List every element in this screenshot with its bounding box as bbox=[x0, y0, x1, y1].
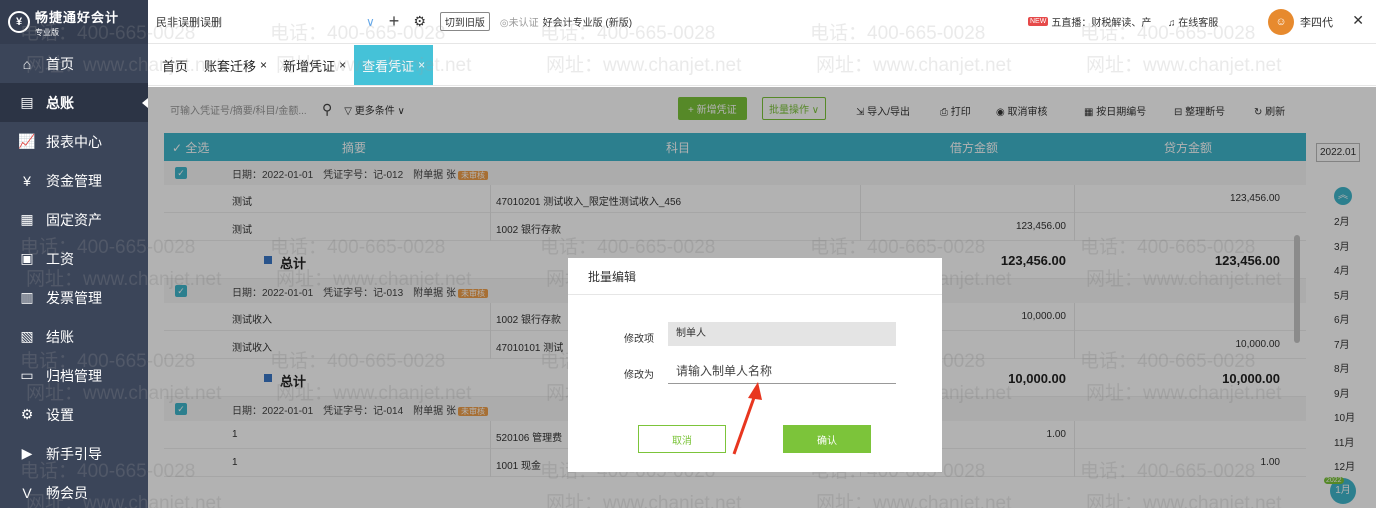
close-books-icon: ▧ bbox=[20, 328, 34, 344]
chevron-down-icon[interactable]: ∨ bbox=[366, 15, 375, 29]
sidebar-item-3[interactable]: ¥ 资金管理 bbox=[0, 161, 148, 200]
archive-icon: ▭ bbox=[20, 367, 34, 383]
sidebar-item-label: 固定资产 bbox=[46, 211, 102, 228]
asset-icon: ▦ bbox=[20, 211, 34, 227]
sidebar-item-7[interactable]: ▧ 结账 bbox=[0, 317, 148, 356]
home-icon: ⌂ bbox=[22, 55, 32, 72]
chart-icon: 📈 bbox=[18, 133, 36, 149]
logo-icon: ¥ bbox=[8, 11, 30, 33]
sidebar-item-0[interactable]: ⌂ 首页 bbox=[0, 44, 148, 83]
to-label: 修改为 bbox=[624, 370, 654, 381]
sidebar-item-label: 归档管理 bbox=[46, 367, 102, 384]
close-icon[interactable]: × bbox=[418, 58, 425, 72]
sidebar-item-4[interactable]: ▦ 固定资产 bbox=[0, 200, 148, 239]
ledger-icon: ▤ bbox=[20, 94, 34, 110]
switch-old-version-button[interactable]: 切到旧版 bbox=[439, 12, 490, 31]
brand-name: 畅捷通好会计 bbox=[35, 9, 120, 25]
tab-label: 查看凭证 bbox=[362, 58, 415, 74]
username[interactable]: 李四代 bbox=[1300, 14, 1333, 30]
money-icon: ¥ bbox=[23, 172, 31, 189]
tab-bar: 首页 账套迁移 × 新增凭证 × 查看凭证 × bbox=[148, 45, 1376, 86]
sidebar-item-label: 畅会员 bbox=[46, 484, 88, 501]
sidebar-item-1[interactable]: ▤ 总账 bbox=[0, 83, 148, 122]
tab-1[interactable]: 账套迁移 × bbox=[196, 45, 275, 85]
sidebar-item-label: 发票管理 bbox=[46, 289, 102, 306]
close-icon[interactable]: × bbox=[339, 58, 346, 72]
dialog-title: 批量编辑 bbox=[588, 270, 637, 284]
tab-label: 首页 bbox=[162, 58, 189, 74]
sidebar-nav: ⌂ 首页 ▤ 总账 📈 报表中心 ¥ 资金管理 ▦ 固定资产 ▣ 工资 ▥ 发票管理 ▧ 结账 ▭ 归档管理 ⚙ 设置… bbox=[0, 44, 148, 508]
sidebar-item-label: 结账 bbox=[46, 328, 74, 345]
tab-2[interactable]: 新增凭证 × bbox=[275, 45, 354, 85]
salary-icon: ▣ bbox=[20, 250, 34, 266]
sidebar-item-8[interactable]: ▭ 归档管理 bbox=[0, 356, 148, 395]
account-selector[interactable]: 民非误删误删 bbox=[156, 14, 366, 30]
sidebar-item-2[interactable]: 📈 报表中心 bbox=[0, 122, 148, 161]
sidebar: ¥ 畅捷通好会计 专业版 ⌂ 首页 ▤ 总账 📈 报表中心 ¥ 资金管理 ▦ 固定资产 ▣ 工资 ▥ 发票… bbox=[0, 0, 148, 508]
tab-label: 新增凭证 bbox=[283, 58, 336, 74]
sidebar-item-6[interactable]: ▥ 发票管理 bbox=[0, 278, 148, 317]
sidebar-item-label: 资金管理 bbox=[46, 172, 102, 189]
gear-icon[interactable]: ⚙ bbox=[413, 13, 426, 30]
sidebar-item-11[interactable]: V 畅会员 bbox=[0, 473, 148, 508]
sidebar-item-label: 工资 bbox=[46, 250, 74, 267]
tab-3[interactable]: 查看凭证 × bbox=[354, 45, 434, 85]
tab-0[interactable]: 首页 bbox=[154, 45, 196, 85]
online-service-link[interactable]: ♫ 在线客服 bbox=[1168, 14, 1218, 29]
sidebar-item-9[interactable]: ⚙ 设置 bbox=[0, 395, 148, 434]
live-banner[interactable]: NEW 五直播：财税解读、产 bbox=[1028, 14, 1151, 29]
close-icon[interactable]: × bbox=[260, 58, 267, 72]
guide-icon: ▶ bbox=[21, 445, 33, 461]
confirm-button[interactable]: 确认 bbox=[783, 425, 871, 453]
service-label: 在线客服 bbox=[1178, 18, 1219, 29]
cert-label: 未认证 bbox=[508, 18, 539, 29]
brand-edition: 专业版 bbox=[35, 27, 59, 37]
sidebar-item-label: 总账 bbox=[46, 94, 74, 111]
sidebar-item-label: 设置 bbox=[46, 406, 74, 423]
sidebar-item-label: 首页 bbox=[46, 55, 74, 72]
cancel-button[interactable]: 取消 bbox=[638, 425, 726, 453]
divider bbox=[568, 294, 942, 295]
vip-icon: V bbox=[22, 484, 32, 501]
invoice-icon: ▥ bbox=[20, 289, 34, 305]
gear-icon: ⚙ bbox=[20, 406, 34, 422]
logo[interactable]: ¥ 畅捷通好会计 专业版 bbox=[0, 0, 148, 44]
item-field[interactable]: 制单人 bbox=[668, 322, 896, 346]
item-label: 修改项 bbox=[624, 334, 654, 345]
live-label: 五直播：财税解读、产 bbox=[1051, 18, 1152, 29]
sidebar-item-5[interactable]: ▣ 工资 bbox=[0, 239, 148, 278]
sidebar-item-label: 新手引导 bbox=[46, 445, 102, 462]
new-badge: NEW bbox=[1028, 17, 1049, 26]
maker-name-input[interactable] bbox=[668, 358, 896, 384]
cert-status[interactable]: ◎未认证 bbox=[500, 14, 539, 29]
sidebar-item-10[interactable]: ▶ 新手引导 bbox=[0, 434, 148, 473]
top-bar: 民非误删误删 ∨ + ⚙ 切到旧版 ◎未认证 好会计专业版 (新版) NEW 五直… bbox=[148, 0, 1376, 44]
sidebar-item-label: 报表中心 bbox=[46, 133, 102, 150]
annotation-arrow-icon bbox=[732, 382, 762, 455]
avatar[interactable]: ☺ bbox=[1268, 9, 1294, 35]
close-all-tabs-icon[interactable]: ✕ bbox=[1352, 12, 1364, 29]
add-icon[interactable]: + bbox=[389, 11, 400, 32]
edition-label: 好会计专业版 (新版) bbox=[542, 18, 633, 29]
tab-label: 账套迁移 bbox=[204, 58, 257, 74]
